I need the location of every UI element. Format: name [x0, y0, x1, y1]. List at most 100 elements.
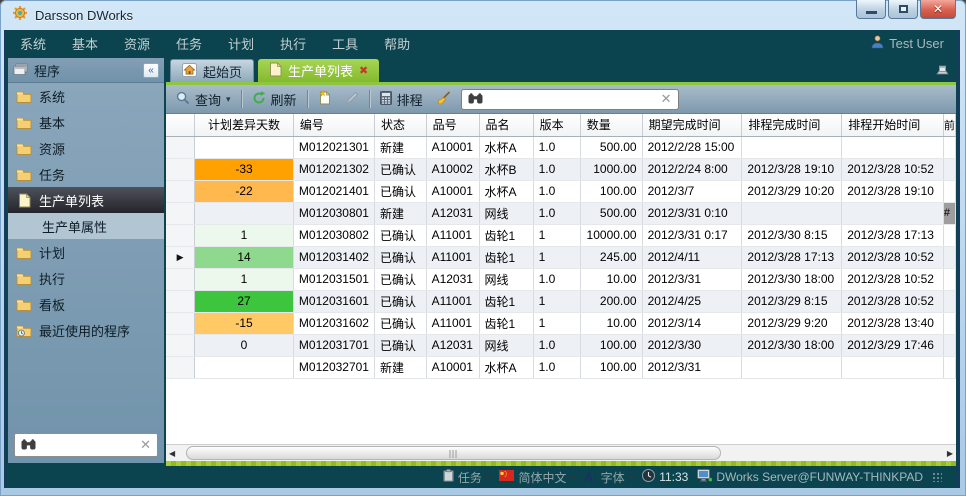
- sidebar-item-label: 系统: [39, 87, 65, 106]
- cell-sched_start: 2012/3/28 17:13: [842, 224, 944, 246]
- task-menu[interactable]: 任务 ▾: [443, 469, 491, 486]
- table-row-M012030802[interactable]: 1M012030802已确认A11001齿轮1110000.002012/3/3…: [166, 224, 956, 246]
- language-menu[interactable]: 简体中文 ▾: [499, 469, 575, 486]
- column-header-expect_time[interactable]: 期望完成时间: [642, 114, 742, 136]
- cell-sched_end: 2012/3/30 18:00: [742, 334, 842, 356]
- sidebar-collapse-button[interactable]: «: [143, 63, 159, 78]
- tab-生产单列表[interactable]: 生产单列表✖: [258, 59, 379, 82]
- cell-expect_time: 2012/3/31 0:17: [642, 224, 742, 246]
- table-row-M012021301[interactable]: M012021301新建A10001水杯A1.0500.002012/2/28 …: [166, 136, 956, 158]
- 刷新-button[interactable]: 刷新: [249, 88, 300, 111]
- sidebar-item-执行[interactable]: 执行: [8, 265, 164, 291]
- column-header-qty[interactable]: 数量: [580, 114, 642, 136]
- table-row-M012031601[interactable]: 27M012031601已确认A11001齿轮11200.002012/4/25…: [166, 290, 956, 312]
- cell-qty: 245.00: [580, 246, 642, 268]
- table-row-M012032701[interactable]: M012032701新建A10001水杯A1.0100.002012/3/31: [166, 356, 956, 378]
- scroll-right-icon[interactable]: ▶: [947, 449, 953, 458]
- sidebar-item-任务[interactable]: 任务: [8, 161, 164, 187]
- sidebar-item-生产单列表[interactable]: 生产单列表: [8, 187, 164, 213]
- cell-version: 1: [533, 290, 580, 312]
- table-row-M012031701[interactable]: 0M012031701已确认A12031网线1.0100.002012/3/30…: [166, 334, 956, 356]
- menu-item-基本[interactable]: 基本: [72, 34, 98, 53]
- new-document-button[interactable]: [315, 88, 335, 110]
- binoculars-icon: [21, 438, 36, 453]
- menu-item-帮助[interactable]: 帮助: [384, 34, 410, 53]
- cell-sched_end: 2012/3/30 18:00: [742, 268, 842, 290]
- cell-code: M012021301: [293, 136, 374, 158]
- sidebar-item-基本[interactable]: 基本: [8, 109, 164, 135]
- minimize-button[interactable]: [856, 0, 886, 19]
- column-header-status[interactable]: 状态: [374, 114, 426, 136]
- toolbar-separator: [241, 90, 242, 108]
- sidebar-item-计划[interactable]: 计划: [8, 239, 164, 265]
- resize-grip[interactable]: [932, 472, 942, 482]
- cell-expect_time: 2012/3/31 0:10: [642, 202, 742, 224]
- column-header-version[interactable]: 版本: [533, 114, 580, 136]
- cell-diff: 0: [195, 334, 294, 356]
- toolbar-filter-clear-icon[interactable]: ✕: [661, 91, 672, 107]
- row-indicator-cell: [166, 290, 195, 312]
- cell-sched_start: [842, 136, 944, 158]
- scrollbar-thumb[interactable]: [186, 446, 721, 460]
- table-row-M012030801[interactable]: M012030801新建A12031网线1.0500.002012/3/31 0…: [166, 202, 956, 224]
- column-header-code[interactable]: 编号: [293, 114, 374, 136]
- sidebar-item-系统[interactable]: 系统: [8, 83, 164, 109]
- menu-bar: 系统 基本 资源 任务 计划 执行 工具 帮助 Test User: [6, 30, 958, 56]
- cell-version: 1.0: [533, 136, 580, 158]
- sidebar-item-看板[interactable]: 看板: [8, 291, 164, 317]
- tab-close-icon[interactable]: ✖: [359, 64, 368, 77]
- status-time: 11:33: [659, 470, 688, 484]
- column-header-item_no[interactable]: 品号: [426, 114, 479, 136]
- 排程-button[interactable]: 排程: [377, 88, 426, 111]
- column-header-diff[interactable]: 计划差异天数: [195, 114, 294, 136]
- document-icon: [269, 62, 282, 80]
- menu-item-任务[interactable]: 任务: [176, 34, 202, 53]
- cell-diff: [195, 356, 294, 378]
- cell-status: 已确认: [374, 158, 426, 180]
- broom-button[interactable]: [433, 89, 454, 110]
- folder-icon: [16, 116, 32, 129]
- sidebar-item-资源[interactable]: 资源: [8, 135, 164, 161]
- tab-起始页[interactable]: 起始页: [170, 59, 254, 82]
- column-header-sched_start[interactable]: 排程开始时间: [842, 114, 944, 136]
- menu-item-资源[interactable]: 资源: [124, 34, 150, 53]
- sidebar-item-最近使用的程序[interactable]: 最近使用的程序: [8, 317, 164, 343]
- table-row-M012031402[interactable]: ▶14M012031402已确认A11001齿轮11245.002012/4/1…: [166, 246, 956, 268]
- pencil-button[interactable]: [342, 89, 362, 110]
- title-bar[interactable]: Darsson DWorks: [0, 0, 966, 30]
- scroll-left-icon[interactable]: ◀: [169, 449, 175, 458]
- font-label: 字体: [601, 469, 625, 486]
- cell-sched_end: 2012/3/28 19:10: [742, 158, 842, 180]
- cell-qty: 10.00: [580, 312, 642, 334]
- column-header-item_name[interactable]: 品名: [479, 114, 533, 136]
- cell-version: 1.0: [533, 268, 580, 290]
- cell-expect_time: 2012/2/28 15:00: [642, 136, 742, 158]
- horizontal-scrollbar[interactable]: ◀ ▶: [166, 444, 956, 461]
- toolbar-filter-input[interactable]: [489, 92, 655, 106]
- user-badge[interactable]: Test User: [871, 35, 944, 52]
- menu-item-工具[interactable]: 工具: [332, 34, 358, 53]
- task-label: 任务: [458, 469, 482, 486]
- table-row-M012021401[interactable]: -22M012021401已确认A10001水杯A1.0100.002012/3…: [166, 180, 956, 202]
- restore-button[interactable]: [888, 0, 918, 19]
- 查询-button[interactable]: 查询▾: [173, 88, 234, 111]
- cell-extra: [943, 246, 955, 268]
- table-row-M012021302[interactable]: -33M012021302已确认A10002水杯B1.01000.002012/…: [166, 158, 956, 180]
- table-row-M012031501[interactable]: 1M012031501已确认A12031网线1.010.002012/3/312…: [166, 268, 956, 290]
- new-document-icon: [318, 90, 332, 108]
- menu-item-计划[interactable]: 计划: [228, 34, 254, 53]
- cell-item_name: 水杯B: [479, 158, 533, 180]
- window-list-icon[interactable]: [935, 63, 950, 81]
- sidebar-search-clear-icon[interactable]: ✕: [140, 437, 151, 453]
- close-button[interactable]: ✕: [920, 0, 956, 19]
- sidebar-search-input[interactable]: [42, 438, 134, 452]
- cell-extra: [943, 158, 955, 180]
- sidebar-item-生产单属性[interactable]: 生产单属性: [8, 213, 164, 239]
- column-header-extra[interactable]: 前: [943, 114, 955, 136]
- table-row-M012031602[interactable]: -15M012031602已确认A11001齿轮1110.002012/3/14…: [166, 312, 956, 334]
- column-header-sched_end[interactable]: 排程完成时间: [742, 114, 842, 136]
- menu-item-执行[interactable]: 执行: [280, 34, 306, 53]
- cell-item_name: 齿轮1: [479, 246, 533, 268]
- font-menu[interactable]: A: 字体 ▾: [584, 469, 633, 486]
- menu-item-系统[interactable]: 系统: [20, 34, 46, 53]
